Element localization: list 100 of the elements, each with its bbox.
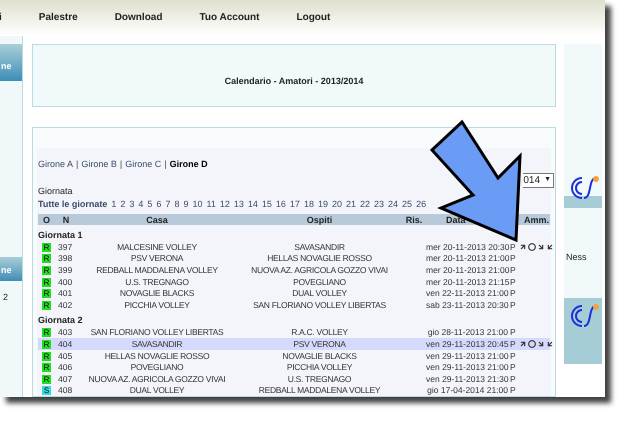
away-team: DUAL VOLLEY: [291, 287, 348, 300]
arrow-up-right-icon[interactable]: [519, 242, 527, 251]
away-team: PICCHIA VOLLEY: [286, 361, 354, 374]
round-link[interactable]: 20: [332, 198, 342, 212]
venue-code: P: [510, 276, 517, 288]
away-team: POVEGLIANO: [292, 276, 347, 288]
match-date: mer 20-11-2013 21:15: [426, 276, 510, 288]
round-link[interactable]: 23: [374, 198, 384, 212]
round-link[interactable]: 21: [346, 198, 356, 212]
venue-code: P: [510, 240, 517, 254]
match-date: gio 28-11-2013 21:00: [426, 326, 509, 340]
round-link[interactable]: 1: [111, 198, 116, 212]
round-link[interactable]: 19: [318, 198, 328, 212]
home-team: NUOVA AZ. AGRICOLA GOZZO VIVAI: [88, 372, 226, 386]
home-team: POVEGLIANO: [130, 361, 184, 374]
match-number: 405: [57, 350, 74, 362]
home-team: HELLAS NOVAGLIE ROSSO: [104, 350, 210, 362]
match-number: 406: [57, 361, 74, 374]
round-link[interactable]: 13: [234, 198, 244, 212]
round-link[interactable]: 2: [120, 198, 126, 212]
status-badge: R: [42, 328, 52, 338]
match-date: ven 29-11-2013 21:30: [426, 372, 510, 386]
status-badge: S: [42, 386, 52, 396]
venue-code: P: [510, 287, 517, 300]
home-team: NOVAGLIE BLACKS: [118, 287, 196, 300]
round-link[interactable]: 25: [402, 198, 412, 212]
status-badge: R: [42, 278, 52, 287]
giornata-label: Giornata: [38, 184, 74, 198]
match-row[interactable]: R 405 HELLAS NOVAGLIE ROSSO NOVAGLIE BLACKS ven 29-11-2013 21:00 P: [38, 350, 550, 362]
match-row[interactable]: R 398 PSV VERONA HELLAS NOVAGLIE ROSSO mer 20-11-2013 21:00P: [38, 252, 550, 264]
match-row[interactable]: S 408 DUAL VOLLEY REDBALL MADDALENA VOLLEY gio 17-04-2014 21:00 P: [38, 384, 550, 396]
match-date: mer 20-11-2013 21:00: [426, 264, 510, 277]
round-link[interactable]: 3: [129, 198, 134, 212]
arrow-down-right-icon[interactable]: [537, 340, 545, 348]
separator: |: [164, 158, 167, 172]
away-team: NOVAGLIE BLACKS: [281, 350, 358, 362]
round-link[interactable]: 22: [360, 198, 370, 212]
round-link[interactable]: 12: [220, 198, 230, 212]
separator: |: [76, 158, 78, 172]
round-link[interactable]: 24: [388, 198, 398, 212]
home-team: SAN FLORIANO VOLLEY LIBERTAS: [90, 326, 224, 340]
match-date: mer 20-11-2013 21:00: [426, 252, 510, 266]
match-row[interactable]: R 403 SAN FLORIANO VOLLEY LIBERTAS R.A.C. VOLLEY gio 28-11-2013 21:00 P: [38, 326, 550, 338]
round-link[interactable]: 4: [138, 198, 144, 212]
nav-link[interactable]: Tuo Account: [199, 10, 260, 26]
round-link[interactable]: 11: [206, 198, 216, 212]
match-row[interactable]: R 404 SAVASANDIR PSV VERONA ven 29-11-2013 20:45 P: [38, 338, 550, 350]
group-link[interactable]: Girone C: [125, 158, 162, 172]
status-badge: R: [42, 363, 52, 372]
round-link[interactable]: 26: [416, 198, 426, 212]
match-row[interactable]: R 399 REDBALL MADDALENA VOLLEY NUOVA AZ. AGRICOLA GOZZO VIVAI mer 20-11-2013 21:00P: [38, 264, 550, 276]
nav-link[interactable]: Logout: [296, 10, 330, 26]
group-link[interactable]: Girone D: [170, 158, 208, 172]
match-row[interactable]: R 401 NOVAGLIE BLACKS DUAL VOLLEY ven 22-11-2013 21:00 P: [38, 287, 550, 299]
match-row[interactable]: R 407 NUOVA AZ. AGRICOLA GOZZO VIVAI U.S. TREGNAGO ven 29-11-2013 21:30 P: [38, 372, 550, 384]
round-link[interactable]: 10: [192, 198, 202, 212]
match-row[interactable]: R 400 U.S. TREGNAGO POVEGLIANO mer 20-11-2013 21:15P: [38, 276, 550, 288]
match-date: mer 20-11-2013 20:30: [426, 240, 510, 254]
group-link[interactable]: Girone B: [81, 158, 117, 172]
home-team: U.S. TREGNAGO: [124, 276, 190, 288]
arrow-down-right-icon[interactable]: [537, 242, 545, 251]
round-link[interactable]: 17: [290, 198, 300, 212]
match-number: 399: [57, 264, 74, 277]
circle-icon[interactable]: [528, 242, 536, 251]
match-date: sab 23-11-2013 20:30: [426, 298, 510, 312]
round-link[interactable]: 5: [147, 198, 152, 212]
round-link[interactable]: 18: [304, 198, 314, 212]
round-link[interactable]: 14: [248, 198, 258, 212]
nav-link[interactable]: i: [0, 10, 2, 26]
match-number: 403: [57, 326, 74, 340]
home-team: DUAL VOLLEY: [128, 384, 186, 397]
status-badge: R: [42, 374, 52, 384]
match-date: ven 29-11-2013 21:00: [426, 350, 510, 362]
venue-code: P: [510, 350, 517, 362]
round-link[interactable]: 6: [156, 198, 162, 212]
arrow-down-left-icon[interactable]: [546, 242, 554, 251]
nav-link[interactable]: Download: [114, 10, 162, 26]
venue-code: P: [510, 384, 517, 397]
round-link[interactable]: 9: [183, 198, 188, 212]
arrow-up-right-icon[interactable]: [519, 340, 527, 348]
group-link[interactable]: Girone A: [38, 158, 74, 172]
venue-code: P: [510, 252, 517, 266]
status-badge: R: [42, 242, 52, 252]
circle-icon[interactable]: [528, 340, 536, 348]
away-team: SAN FLORIANO VOLLEY LIBERTAS: [252, 298, 387, 312]
status-badge: R: [42, 340, 52, 349]
round-link[interactable]: 16: [276, 198, 286, 212]
round-link[interactable]: 7: [165, 198, 170, 212]
arrow-down-left-icon[interactable]: [546, 340, 554, 348]
round-link[interactable]: 15: [262, 198, 272, 212]
round-link[interactable]: 8: [174, 198, 180, 212]
match-row[interactable]: R 397 MALCESINE VOLLEY SAVASANDIR mer 20-11-2013 20:30P: [38, 240, 550, 252]
match-row[interactable]: R 406 POVEGLIANO PICCHIA VOLLEY ven 29-11-2013 21:00 P: [38, 361, 550, 373]
sidebar-text: Ness: [565, 251, 587, 264]
home-team: PSV VERONA: [130, 252, 184, 266]
match-date: ven 22-11-2013 21:00: [426, 287, 510, 300]
nav-link[interactable]: Palestre: [38, 10, 78, 26]
match-number: 407: [57, 372, 74, 386]
match-row[interactable]: R 402 PICCHIA VOLLEY SAN FLORIANO VOLLEY LIBERTAS sab 23-11-2013 20:30 P: [38, 298, 550, 310]
round-link[interactable]: Tutte le giornate: [38, 198, 108, 212]
